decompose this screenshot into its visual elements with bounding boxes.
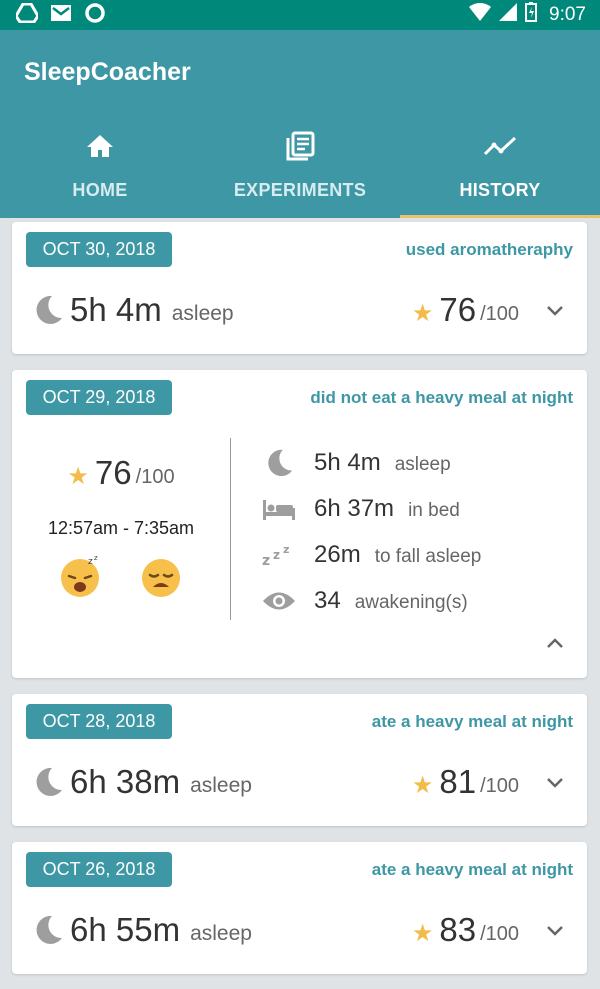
stat-asleep: 5h 4m asleep <box>262 440 577 486</box>
sleep-summary: 5h 4m asleep ★ 76 /100 <box>32 286 573 334</box>
history-card[interactable]: OCT 30, 2018 used aromatheraphy 5h 4m as… <box>12 222 587 354</box>
star-icon: ★ <box>411 919 434 947</box>
stat-value: 5h 4m <box>314 449 381 476</box>
score-value: 81 <box>439 763 477 800</box>
star-icon: ★ <box>67 462 89 490</box>
svg-text:z: z <box>262 553 270 567</box>
score-value: 76 <box>94 454 132 491</box>
trend-line-icon <box>483 130 517 162</box>
star-icon: ★ <box>411 299 434 327</box>
collapse-chevron-up-icon[interactable] <box>543 632 567 656</box>
wifi-icon <box>469 2 492 27</box>
stat-value: 34 <box>314 587 341 614</box>
app-title: SleepCoacher <box>24 58 191 86</box>
gmail-icon <box>50 4 72 27</box>
stat-value: 6h 37m <box>314 495 395 522</box>
score-max: /100 <box>480 302 519 325</box>
experiment-label: used aromatheraphy <box>405 240 573 259</box>
divider <box>230 438 231 620</box>
stat-value: 26m <box>314 541 361 568</box>
sleep-duration-unit: asleep <box>171 302 234 325</box>
experiments-icon <box>284 130 316 162</box>
stat-label: to fall asleep <box>374 546 482 567</box>
eye-icon <box>262 586 296 616</box>
svg-text:z: z <box>88 557 93 567</box>
tab-bar: HOME EXPERIMENTS HISTORY <box>0 122 600 218</box>
date-chip: OCT 30, 2018 <box>26 232 172 267</box>
expand-chevron-down-icon[interactable] <box>543 918 567 942</box>
experiment-label: ate a heavy meal at night <box>371 860 573 879</box>
sleepy-face-icon: z z <box>60 554 104 603</box>
date-chip: OCT 26, 2018 <box>26 852 172 887</box>
svg-text:z: z <box>273 548 280 562</box>
sleep-score: ★ 83 /100 <box>412 911 519 949</box>
svg-text:z: z <box>283 543 289 556</box>
status-bar: 9:07 <box>0 0 600 30</box>
sleep-duration-unit: asleep <box>190 774 252 797</box>
experiment-label: did not eat a heavy meal at night <box>310 388 573 407</box>
stat-label: asleep <box>394 454 451 475</box>
sleep-score: ★ 81 /100 <box>412 763 519 801</box>
moon-icon <box>32 294 64 326</box>
sleep-score: ★ 76 /100 <box>12 454 230 492</box>
tab-history[interactable]: HISTORY <box>400 122 600 218</box>
tab-experiments-label: EXPERIMENTS <box>233 180 367 200</box>
night-overview: ★ 76 /100 12:57am - 7:35am z z <box>12 440 230 620</box>
moon-icon <box>262 448 296 478</box>
app-bar: SleepCoacher HOME EXPERIMENTS HISTORY <box>0 30 600 218</box>
history-list: OCT 30, 2018 used aromatheraphy 5h 4m as… <box>0 218 600 989</box>
stat-label: awakening(s) <box>354 592 468 613</box>
stat-label: in bed <box>408 500 460 521</box>
score-max: /100 <box>135 465 175 488</box>
moon-icon <box>32 914 64 946</box>
svg-text:z: z <box>94 554 98 562</box>
clock-time: 9:07 <box>549 4 586 25</box>
sleep-duration: 5h 4m <box>70 291 162 328</box>
score-max: /100 <box>480 922 519 945</box>
star-icon: ★ <box>411 771 434 799</box>
tab-experiments[interactable]: EXPERIMENTS <box>200 122 400 218</box>
stat-in-bed: 6h 37m in bed <box>262 486 577 532</box>
moon-icon <box>32 766 64 798</box>
zzz-icon: z z z <box>262 540 296 570</box>
stat-awakenings: 34 awakening(s) <box>262 578 577 624</box>
tab-home-label: HOME <box>72 180 128 200</box>
drive-icon <box>14 2 40 28</box>
sleep-duration: 6h 38m <box>70 763 181 800</box>
bed-icon <box>262 494 296 524</box>
history-card[interactable]: OCT 28, 2018 ate a heavy meal at night 6… <box>12 694 587 826</box>
expand-chevron-down-icon[interactable] <box>543 770 567 794</box>
score-value: 83 <box>439 911 477 948</box>
experiment-label: ate a heavy meal at night <box>371 712 573 731</box>
sleep-stats: 5h 4m asleep 6h 37m in bed z z z 26m to … <box>262 440 577 624</box>
sleep-summary: 6h 55m asleep ★ 83 /100 <box>32 906 573 954</box>
sleep-time-range: 12:57am - 7:35am <box>47 518 195 538</box>
sleep-score: ★ 76 /100 <box>412 291 519 329</box>
sleep-duration: 6h 55m <box>70 911 181 948</box>
tab-history-label: HISTORY <box>459 180 541 200</box>
history-card[interactable]: OCT 26, 2018 ate a heavy meal at night 6… <box>12 842 587 974</box>
home-icon <box>85 130 115 162</box>
expand-chevron-down-icon[interactable] <box>543 298 567 322</box>
tired-face-icon <box>139 554 183 603</box>
date-chip: OCT 29, 2018 <box>26 380 172 415</box>
battery-icon <box>525 2 538 28</box>
signal-icon <box>499 3 518 27</box>
history-card-expanded[interactable]: OCT 29, 2018 did not eat a heavy meal at… <box>12 370 587 678</box>
sleep-summary: 6h 38m asleep ★ 81 /100 <box>32 758 573 806</box>
mood-faces: z z <box>12 554 230 603</box>
date-chip: OCT 28, 2018 <box>26 704 172 739</box>
stat-to-fall-asleep: z z z 26m to fall asleep <box>262 532 577 578</box>
sync-circle-icon <box>84 2 106 29</box>
sleep-duration-unit: asleep <box>190 922 252 945</box>
tab-home[interactable]: HOME <box>0 122 200 218</box>
score-value: 76 <box>439 291 477 328</box>
score-max: /100 <box>480 774 519 797</box>
